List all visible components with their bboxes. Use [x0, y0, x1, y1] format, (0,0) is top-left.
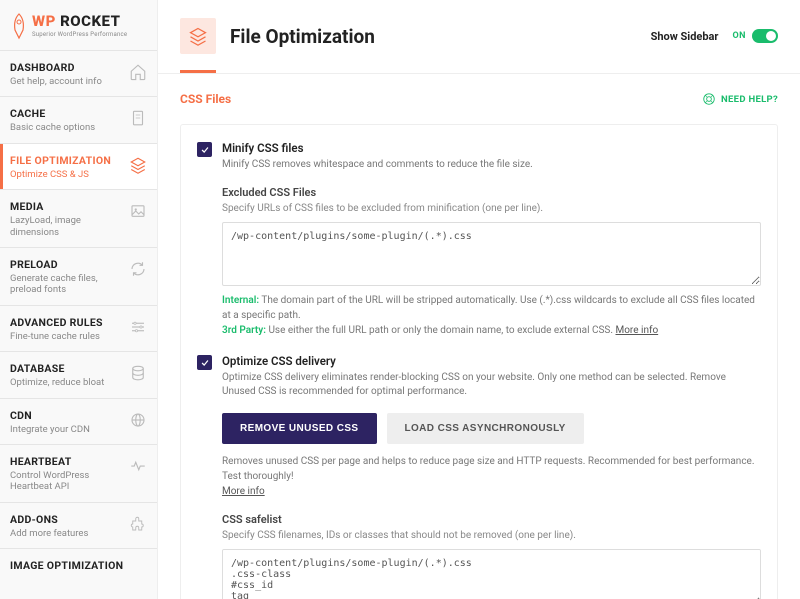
remove-unused-css-button[interactable]: REMOVE UNUSED CSS — [222, 413, 377, 444]
need-help-link[interactable]: NEED HELP? — [702, 92, 778, 106]
sidebar-toggle[interactable]: ON — [732, 29, 778, 43]
safelist-desc: Specify CSS filenames, IDs or classes th… — [222, 530, 761, 541]
excluded-css-label: Excluded CSS Files — [222, 186, 761, 199]
image-icon — [129, 202, 147, 220]
optimize-css-checkbox[interactable] — [197, 355, 212, 370]
file-icon — [129, 109, 147, 127]
css-files-card: Minify CSS files Minify CSS removes whit… — [180, 124, 778, 599]
more-info-link[interactable]: More info — [616, 325, 659, 336]
nav-image-optimization[interactable]: IMAGE OPTIMIZATION — [0, 548, 157, 581]
refresh-icon — [129, 260, 147, 278]
rocket-icon — [10, 12, 28, 40]
safelist-textarea[interactable] — [222, 549, 761, 599]
page-title: File Optimization — [230, 25, 637, 48]
page-header: File Optimization Show Sidebar ON — [158, 0, 800, 54]
nav-advanced-rules[interactable]: ADVANCED RULESFine-tune cache rules — [0, 305, 157, 351]
nav-addons[interactable]: ADD-ONSAdd more features — [0, 502, 157, 548]
nav-heartbeat[interactable]: HEARTBEATControl WordPress Heartbeat API — [0, 444, 157, 502]
toggle-switch[interactable] — [752, 29, 778, 43]
sidebar: WP ROCKET Superior WordPress Performance… — [0, 0, 158, 599]
layers-icon — [129, 156, 147, 174]
database-icon — [129, 364, 147, 382]
globe-icon — [129, 411, 147, 429]
home-icon — [129, 63, 147, 81]
nav-database[interactable]: DATABASEOptimize, reduce bloat — [0, 351, 157, 397]
nav-media[interactable]: MEDIALazyLoad, image dimensions — [0, 189, 157, 247]
remove-unused-info: Removes unused CSS per page and helps to… — [222, 454, 761, 499]
content: CSS Files NEED HELP? Minify CSS files Mi… — [158, 74, 800, 599]
nav-dashboard[interactable]: DASHBOARDGet help, account info — [0, 50, 157, 96]
puzzle-icon — [129, 515, 147, 533]
optimize-css-desc: Optimize CSS delivery eliminates render-… — [222, 371, 761, 399]
sliders-icon — [129, 318, 147, 336]
lifebuoy-icon — [702, 92, 716, 106]
minify-css-label: Minify CSS files — [222, 141, 761, 155]
check-icon — [200, 358, 210, 368]
nav-file-optimization[interactable]: FILE OPTIMIZATIONOptimize CSS & JS — [0, 143, 157, 189]
minify-css-checkbox[interactable] — [197, 142, 212, 157]
safelist-label: CSS safelist — [222, 513, 761, 526]
nav-preload[interactable]: PRELOADGenerate cache files, preload fon… — [0, 247, 157, 305]
more-info-link-2[interactable]: More info — [222, 486, 265, 497]
excluded-css-hint: Internal: The domain part of the URL wil… — [222, 293, 761, 338]
minify-css-desc: Minify CSS removes whitespace and commen… — [222, 158, 761, 172]
load-css-async-button[interactable]: LOAD CSS ASYNCHRONOUSLY — [387, 413, 584, 444]
excluded-css-desc: Specify URLs of CSS files to be excluded… — [222, 203, 761, 214]
main: File Optimization Show Sidebar ON CSS Fi… — [158, 0, 800, 599]
section-title: CSS Files — [180, 92, 231, 106]
nav-cdn[interactable]: CDNIntegrate your CDN — [0, 398, 157, 444]
heartbeat-icon — [129, 457, 147, 475]
logo: WP ROCKET Superior WordPress Performance — [0, 0, 157, 50]
layers-icon — [180, 18, 216, 54]
check-icon — [200, 145, 210, 155]
excluded-css-textarea[interactable] — [222, 222, 761, 286]
show-sidebar-label: Show Sidebar — [651, 30, 719, 43]
optimize-css-label: Optimize CSS delivery — [222, 354, 761, 368]
nav: DASHBOARDGet help, account info CACHEBas… — [0, 50, 157, 599]
nav-cache[interactable]: CACHEBasic cache options — [0, 96, 157, 142]
